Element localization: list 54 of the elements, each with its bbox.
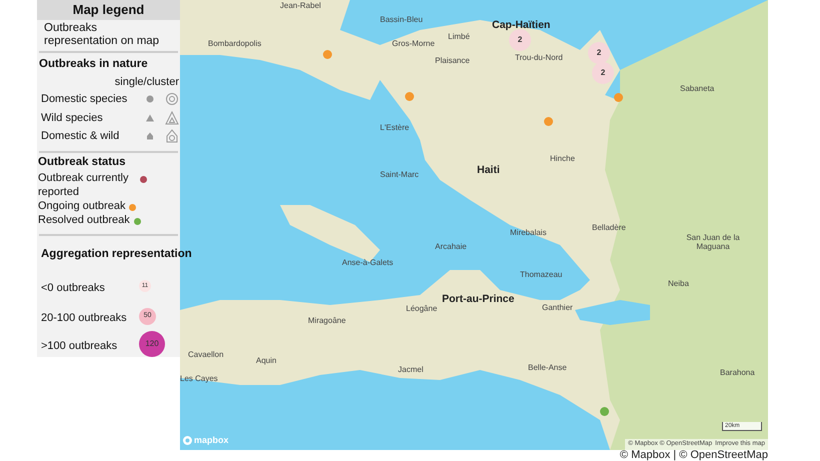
legend-label: <0 outbreaks <box>41 280 106 296</box>
legend-label: Ongoing outbreak <box>38 198 126 213</box>
place-label: San Juan de la Maguana <box>685 233 741 251</box>
shape-icon <box>165 129 179 144</box>
section-heading: Aggregation representation <box>40 246 192 262</box>
shape-icon <box>145 131 155 142</box>
place-label: L'Estère <box>380 124 410 132</box>
logo-text: mapbox <box>194 436 229 445</box>
place-label: Trou-du-Nord <box>515 54 563 62</box>
legend-label: Domestic species <box>41 92 128 108</box>
place-label: Saint-Marc <box>380 171 419 179</box>
place-label: Les Cayes <box>180 375 218 383</box>
section-heading: Outbreaks in nature <box>38 57 149 72</box>
triangle-icon <box>145 112 155 123</box>
place-label: Bassin-Bleu <box>380 16 423 24</box>
legend-label: >100 outbreaks <box>41 338 118 354</box>
legend-label: Outbreak currently reported <box>38 170 130 199</box>
place-label: Port-au-Prince <box>442 294 514 304</box>
ring-icon <box>165 92 179 106</box>
place-label: Cap-Haïtien <box>492 20 550 30</box>
place-label: Cavaellon <box>188 351 224 359</box>
place-label: Ganthier <box>542 304 573 312</box>
place-label: Neiba <box>668 280 689 288</box>
legend-title: Map legend <box>37 0 180 20</box>
place-label: Léogâne <box>406 305 438 313</box>
attribution-text: © Mapbox | © OpenStreetMap <box>620 450 768 461</box>
place-label: Hinche <box>550 155 575 163</box>
logo-icon <box>183 436 192 445</box>
legend-label: Domestic & wild <box>41 129 120 144</box>
outbreak-marker[interactable] <box>614 92 622 102</box>
legend-label: Resolved outbreak <box>38 212 130 227</box>
place-label: Barahona <box>720 369 755 377</box>
place-label: Belle-Anse <box>528 364 567 372</box>
place-label: Anse-à-Galets <box>342 259 394 267</box>
place-label: Arcahaie <box>435 243 467 251</box>
place-label: Plaisance <box>435 57 470 65</box>
place-label: Jean-Rabel <box>280 2 321 10</box>
column-header: single/cluster <box>114 74 180 90</box>
place-label: Jacmel <box>398 366 424 374</box>
place-label: Aquin <box>256 357 276 365</box>
legend-label: 20-100 outbreaks <box>41 310 128 326</box>
place-label: Sabaneta <box>680 85 714 93</box>
place-label: Haiti <box>477 165 500 176</box>
place-label: Belladère <box>592 224 626 232</box>
triangle-icon <box>165 110 179 125</box>
place-label: Gros-Morne <box>392 40 435 48</box>
legend-label: Wild species <box>41 110 104 126</box>
place-label: Bombardopolis <box>208 40 262 48</box>
place-label: Miragoâne <box>308 317 346 325</box>
dot-icon <box>145 94 155 104</box>
section-heading: Outbreak status <box>37 154 127 170</box>
place-label: Thomazeau <box>520 271 562 279</box>
place-label: Limbé <box>448 33 470 41</box>
legend-subtitle: Outbreaks representation on map <box>43 21 160 50</box>
